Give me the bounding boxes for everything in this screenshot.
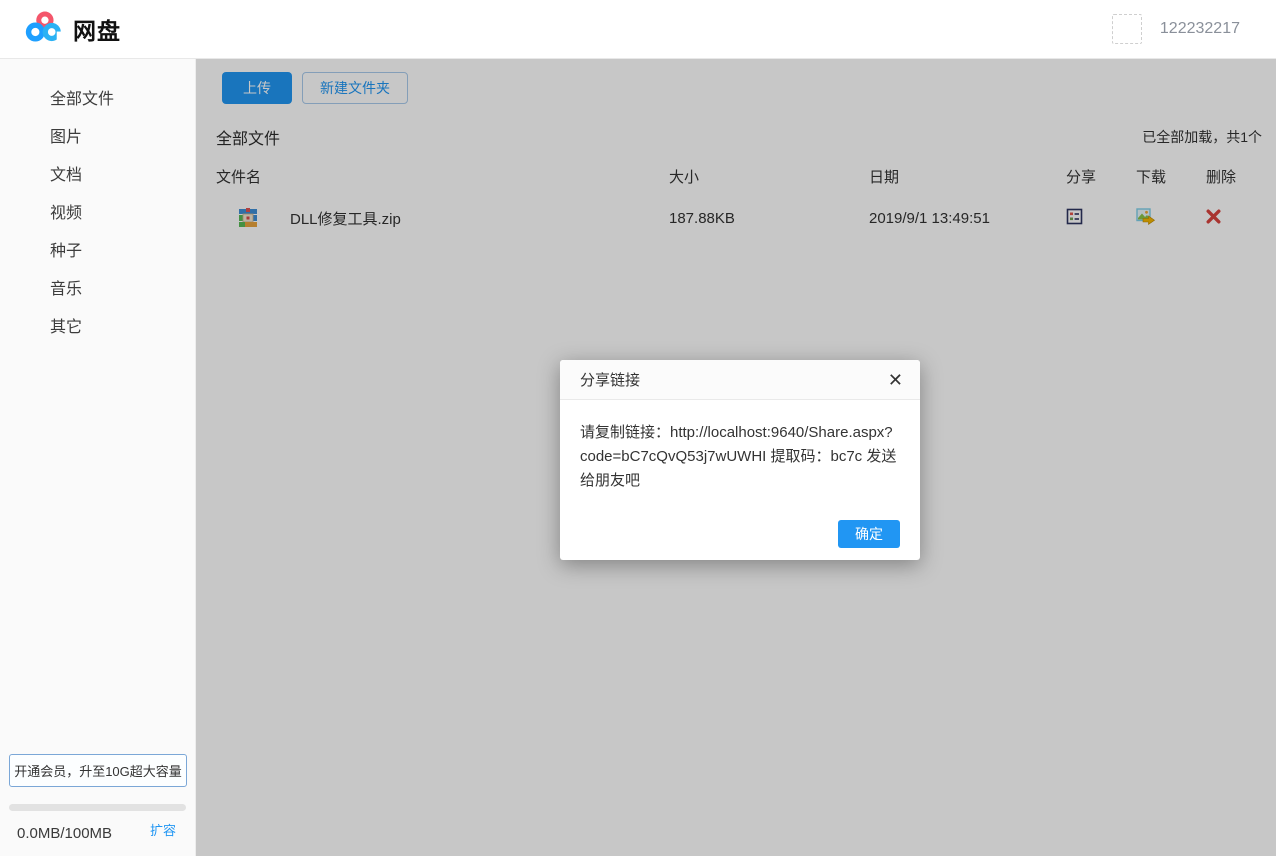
confirm-button[interactable]: 确定: [838, 520, 900, 548]
quota-row: 0.0MB/100MB 扩容: [0, 820, 195, 848]
avatar[interactable]: [1112, 14, 1142, 44]
modal-title: 分享链接: [580, 369, 640, 390]
sidebar: 全部文件 图片 文档 视频 种子 音乐 其它 开通会员，升至10G超大容量 0.…: [0, 59, 196, 856]
upgrade-member-button[interactable]: 开通会员，升至10G超大容量: [9, 754, 187, 787]
header-user-area: 122232217: [1112, 14, 1240, 44]
sidebar-nav: 全部文件 图片 文档 视频 种子 音乐 其它: [0, 59, 195, 347]
sidebar-item-torrents[interactable]: 种子: [0, 233, 195, 271]
sidebar-item-images[interactable]: 图片: [0, 119, 195, 157]
quota-usage-text: 0.0MB/100MB: [17, 825, 112, 842]
sidebar-item-all-files[interactable]: 全部文件: [0, 81, 195, 119]
user-id: 122232217: [1160, 20, 1240, 38]
netdisk-cloud-logo-icon: [24, 7, 64, 52]
main-content: 上传 新建文件夹 全部文件 已全部加载，共1个 文件名 大小 日期 分享 下载 …: [196, 59, 1276, 856]
modal-header: 分享链接 ✕: [560, 360, 920, 400]
sidebar-quota-area: 开通会员，升至10G超大容量 0.0MB/100MB 扩容: [0, 754, 195, 856]
sidebar-item-other[interactable]: 其它: [0, 309, 195, 347]
expand-capacity-link[interactable]: 扩容: [150, 820, 176, 842]
quota-progress-bar: [9, 804, 186, 811]
layout: 全部文件 图片 文档 视频 种子 音乐 其它 开通会员，升至10G超大容量 0.…: [0, 59, 1276, 856]
app-header: 网盘 122232217: [0, 0, 1276, 59]
logo[interactable]: 网盘: [24, 7, 121, 52]
sidebar-item-videos[interactable]: 视频: [0, 195, 195, 233]
close-icon[interactable]: ✕: [888, 371, 903, 389]
sidebar-item-music[interactable]: 音乐: [0, 271, 195, 309]
share-link-modal: 分享链接 ✕ 请复制链接：http://localhost:9640/Share…: [560, 360, 920, 560]
share-link-text: 请复制链接：http://localhost:9640/Share.aspx?c…: [560, 400, 920, 493]
sidebar-item-documents[interactable]: 文档: [0, 157, 195, 195]
app-title: 网盘: [73, 12, 121, 46]
